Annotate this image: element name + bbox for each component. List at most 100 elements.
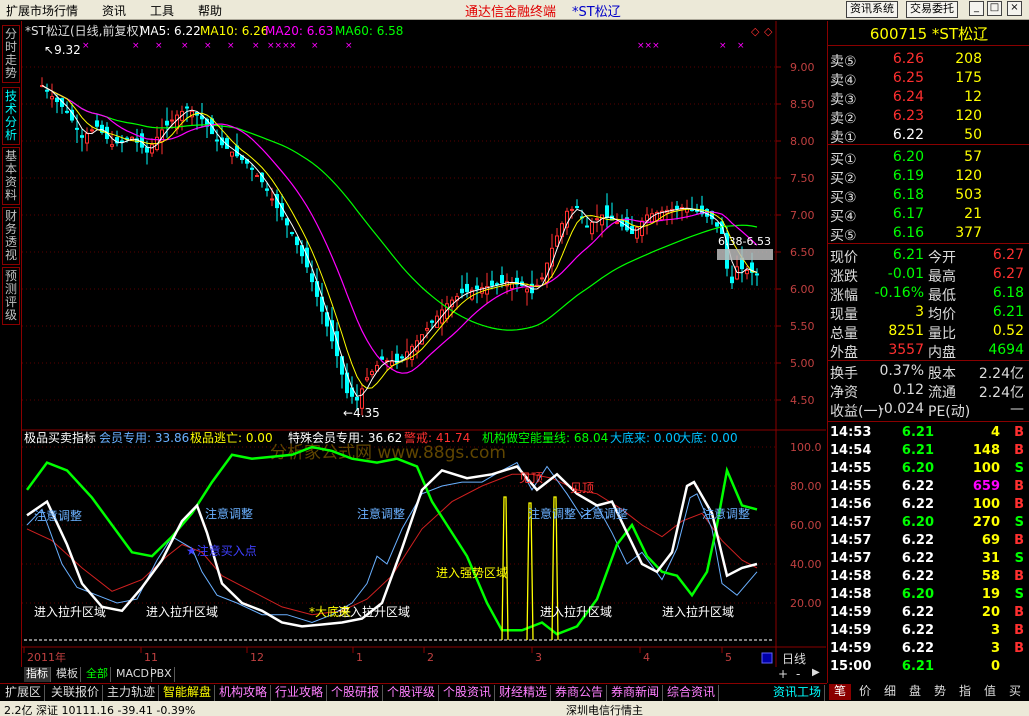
candle-body (755, 273, 759, 276)
tab-intraday[interactable]: 分时走势 (2, 25, 20, 83)
candle-body (95, 120, 99, 127)
indicator-annotation: 进入拉升区域 (146, 604, 218, 619)
signal-marker: ××× (267, 41, 290, 51)
tick-row: 14:54 6.21 148 B (830, 443, 1024, 458)
ma60-line (41, 84, 758, 331)
special-member-line (26, 465, 758, 628)
candle-body (745, 270, 749, 275)
bottom-tab[interactable]: 综合资讯 (664, 685, 720, 701)
indicator-annotation: 注意调整 (34, 508, 82, 523)
tick-row: 14:53 6.21 4 B (830, 425, 1024, 440)
zoom-out-icon[interactable]: - (796, 667, 800, 681)
bottom-tab[interactable]: 主力轨迹 (104, 685, 160, 701)
candle-body (465, 283, 469, 292)
settings-icon[interactable]: ◇ (751, 25, 760, 38)
bottom-tab[interactable]: 智能解盘 (160, 685, 216, 701)
candle-body (170, 119, 174, 122)
candle-body (185, 106, 189, 109)
bottom-tab[interactable]: 关联报价 (48, 685, 104, 701)
candle-body (85, 133, 89, 144)
menu-extended-market[interactable]: 扩展市场行情 (6, 2, 78, 19)
date-tick: 1 (356, 651, 363, 664)
bottom-tab[interactable]: 券商公告 (552, 685, 608, 701)
bottom-tab[interactable]: 个股资讯 (440, 685, 496, 701)
bid-row: 买③ 6.18 503 (830, 187, 982, 206)
bottom-tab[interactable]: 个股研报 (328, 685, 384, 701)
quote-tab[interactable]: 笔 (829, 684, 851, 700)
status-ticker: 2.2亿 深证 10111.16 -39.41 -0.39% 深圳电信行情主 (0, 701, 1029, 716)
quote-tab[interactable]: 买 (1004, 684, 1026, 700)
quote-tab[interactable]: 盘 (904, 684, 926, 700)
candle-body (635, 226, 639, 239)
bottom-tab[interactable]: 财经精选 (496, 685, 552, 701)
candle-body (80, 135, 84, 138)
bottom-tab[interactable]: 行业攻略 (272, 685, 328, 701)
scroll-right-icon[interactable]: ▶ (812, 667, 820, 678)
quote-tab[interactable]: 势 (929, 684, 951, 700)
tab-financial[interactable]: 财务透视 (2, 207, 20, 265)
trade-order-button[interactable]: 交易委托 (906, 1, 958, 18)
close-icon[interactable]: × (1007, 1, 1022, 16)
zoom-in-icon[interactable]: + (778, 667, 788, 681)
tab-basic-info[interactable]: 基本资料 (2, 147, 20, 205)
candle-body (540, 277, 544, 280)
kline-chart[interactable]: 9.00 8.50 8.00 7.50 7.00 6.50 6.00 5.50 5.00 4.50… (22, 21, 826, 667)
bottom-tab[interactable]: 券商新闻 (608, 685, 664, 701)
tab-macd[interactable]: MACD (114, 667, 152, 682)
quote-stat-row: 涨幅 -0.16% 最低 6.18 (830, 285, 1024, 304)
bottom-tab[interactable]: 机构攻略 (216, 685, 272, 701)
candle-body (525, 288, 529, 293)
marker-icon[interactable]: ◇ (764, 25, 773, 38)
member-line (26, 461, 758, 624)
menu-tools[interactable]: 工具 (150, 2, 174, 19)
tab-technical-analysis[interactable]: 技术分析 (2, 87, 20, 145)
indicator-annotation: *大底来 (309, 604, 351, 619)
candle-body (145, 146, 149, 153)
indicator-annotation: 见顶 (570, 481, 594, 495)
indicator-annotation: 注意调整 (357, 506, 405, 521)
indicator-tabs: 指标 模板 全部 MACD PBX + - ▶ (22, 667, 827, 682)
bottom-tab[interactable]: 个股评级 (384, 685, 440, 701)
indicator-annotation: 注意调整 (205, 506, 253, 521)
quote-stat-row: 净资 0.12 流通 2.24亿 (830, 382, 1024, 401)
candle-body (585, 225, 589, 228)
tab-indicator[interactable]: 指标 (24, 667, 51, 682)
quote-stat-row: 总量 8251 量比 0.52 (830, 323, 1024, 342)
menu-help[interactable]: 帮助 (198, 2, 222, 19)
date-tick: 2011年 (27, 650, 66, 664)
candle-body (310, 273, 314, 283)
ma5-label: MA5: 6.22 (140, 24, 201, 38)
app-brand: 通达信金融终端 (465, 5, 557, 20)
period-label[interactable]: 日线 (782, 652, 806, 666)
tab-template[interactable]: 模板 (54, 667, 81, 682)
menu-news[interactable]: 资讯 (102, 2, 126, 19)
indicator-tick: 60.00 (790, 519, 822, 532)
min-price-label: ←4.35 (343, 406, 380, 420)
candle-body (425, 327, 429, 331)
candle-body (400, 356, 404, 359)
quote-tab[interactable]: 值 (979, 684, 1001, 700)
restore-icon[interactable]: □ (987, 1, 1002, 16)
candle-body (230, 151, 234, 157)
candle-body (475, 285, 479, 290)
period-scroll-icon[interactable] (761, 652, 773, 664)
info-workshop-button[interactable]: 资讯工场 (770, 685, 826, 701)
quote-tab[interactable]: 指 (954, 684, 976, 700)
quote-tab[interactable]: 细 (879, 684, 901, 700)
indicator-tick: 40.00 (790, 558, 822, 571)
minimize-icon[interactable]: _ (969, 1, 984, 16)
tick-row: 14:59 6.22 3 B (830, 623, 1024, 638)
signal-marker: × (737, 41, 745, 51)
info-system-button[interactable]: 资讯系统 (846, 1, 898, 18)
quote-stat-row: 换手 0.37% 股本 2.24亿 (830, 363, 1024, 382)
tab-all[interactable]: 全部 (84, 667, 111, 682)
quote-header: 600715 *ST松辽 (869, 25, 989, 43)
tick-row: 14:55 6.20 100 S (830, 461, 1024, 476)
tick-row: 14:58 6.20 19 S (830, 587, 1024, 602)
tab-pbx[interactable]: PBX (148, 667, 175, 682)
bottom-tab[interactable]: 扩展区 (2, 685, 46, 701)
quote-tab[interactable]: 价 (854, 684, 876, 700)
tab-forecast[interactable]: 预测评级 (2, 267, 20, 325)
candle-body (45, 89, 49, 92)
ask-row: 卖⑤ 6.26 208 (830, 51, 982, 70)
